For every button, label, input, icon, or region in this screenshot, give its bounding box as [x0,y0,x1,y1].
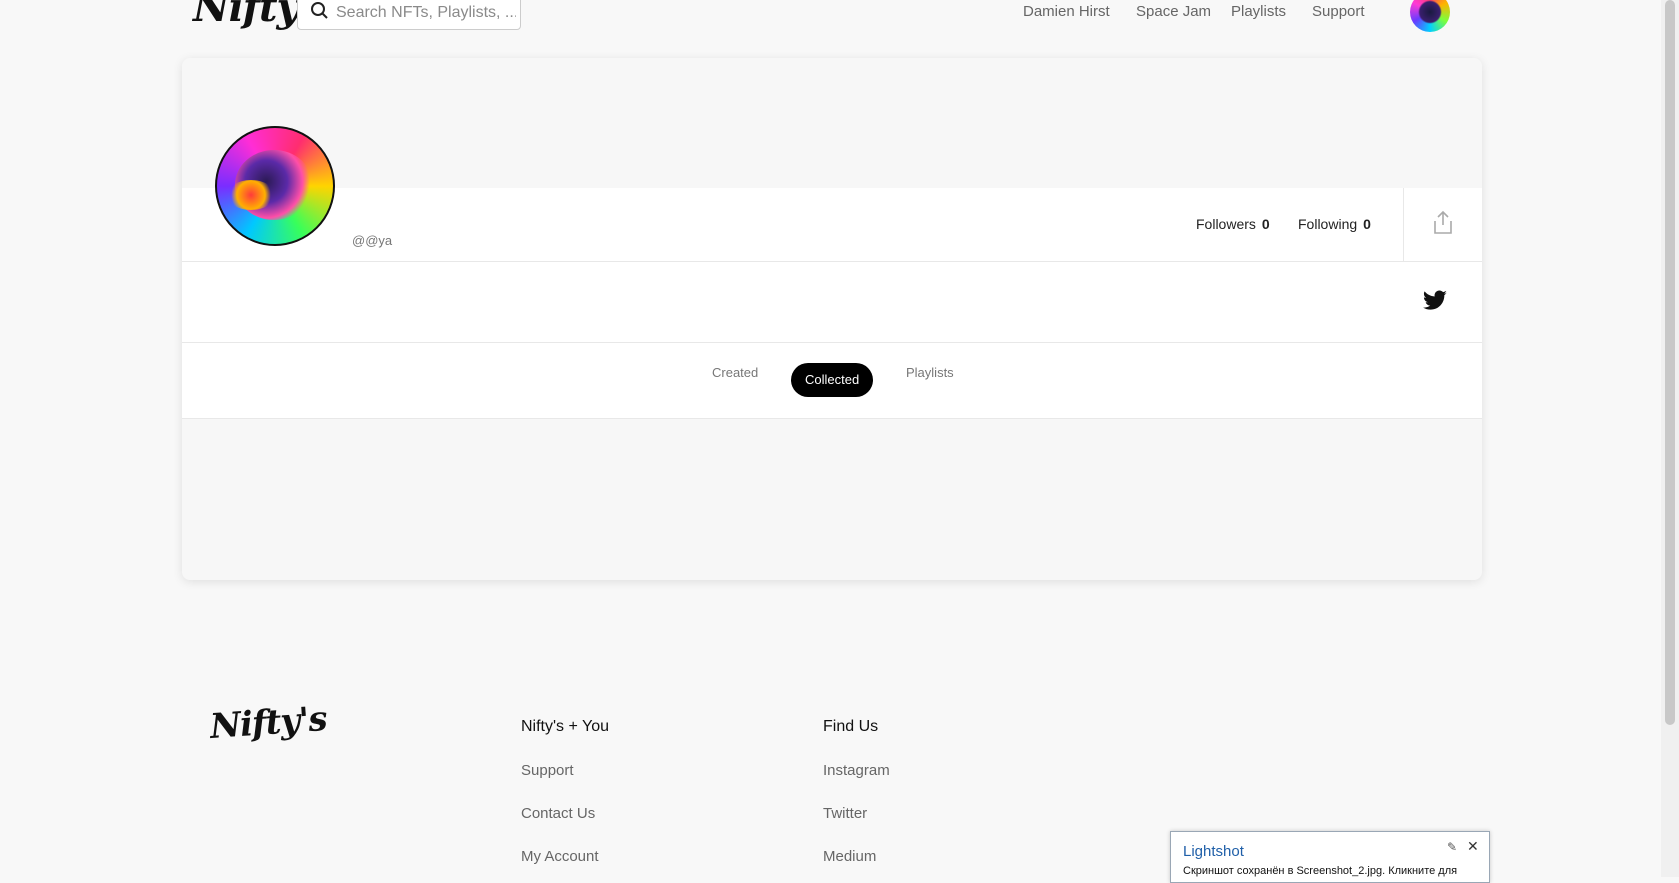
followers-count: 0 [1261,216,1270,232]
divider [1403,188,1404,261]
followers-stat[interactable]: Followers 0 [1196,216,1270,232]
twitter-icon[interactable] [1422,290,1448,312]
footer-link-instagram[interactable]: Instagram [823,762,890,779]
footer-link-contact-us[interactable]: Contact Us [521,805,595,822]
footer-logo[interactable]: Nifty's [209,699,328,747]
footer-link-my-account[interactable]: My Account [521,848,599,865]
profile-info-row: @@ya Followers 0 Following 0 [182,188,1482,262]
footer-heading-find-us: Find Us [823,718,879,735]
following-stat[interactable]: Following 0 [1298,216,1371,232]
close-icon[interactable]: ✕ [1467,838,1479,855]
scrollbar-thumb[interactable] [1665,0,1675,725]
footer-link-medium[interactable]: Medium [823,848,876,865]
search-input[interactable] [334,0,518,27]
social-links-row [182,262,1482,343]
footer-link-support[interactable]: Support [521,762,574,779]
nav-damien-hirst[interactable]: Damien Hirst [1023,3,1110,20]
profile-card: @@ya Followers 0 Following 0 Created Colle… [182,58,1482,580]
share-icon[interactable] [1431,210,1455,236]
pin-icon[interactable]: ✎ [1447,840,1457,854]
lightshot-notification[interactable]: Lightshot ✎ ✕ Скриншот сохранён в Screen… [1170,831,1490,883]
tabs-row: Created Collected Playlists [182,343,1482,419]
nav-space-jam[interactable]: Space Jam [1136,3,1211,20]
username: @@ya [352,233,393,248]
search-box[interactable] [297,0,521,30]
followers-label: Followers [1196,216,1256,232]
following-count: 0 [1363,216,1371,232]
profile-avatar [215,126,335,246]
footer-heading-nifty-you: Nifty's + You [521,718,609,735]
scrollbar[interactable] [1661,0,1679,877]
nav-support[interactable]: Support [1312,3,1365,20]
search-icon [311,2,328,19]
following-label: Following [1298,216,1358,232]
tab-collected[interactable]: Collected [791,363,874,397]
user-avatar-button[interactable] [1410,0,1450,32]
tab-playlists[interactable]: Playlists [906,365,954,380]
footer-link-twitter[interactable]: Twitter [823,805,867,822]
tab-created[interactable]: Created [712,365,758,380]
nav-playlists[interactable]: Playlists [1231,3,1286,20]
notification-title: Lightshot [1183,843,1244,860]
notification-message: Скриншот сохранён в Screenshot_2.jpg. Кл… [1183,865,1458,877]
